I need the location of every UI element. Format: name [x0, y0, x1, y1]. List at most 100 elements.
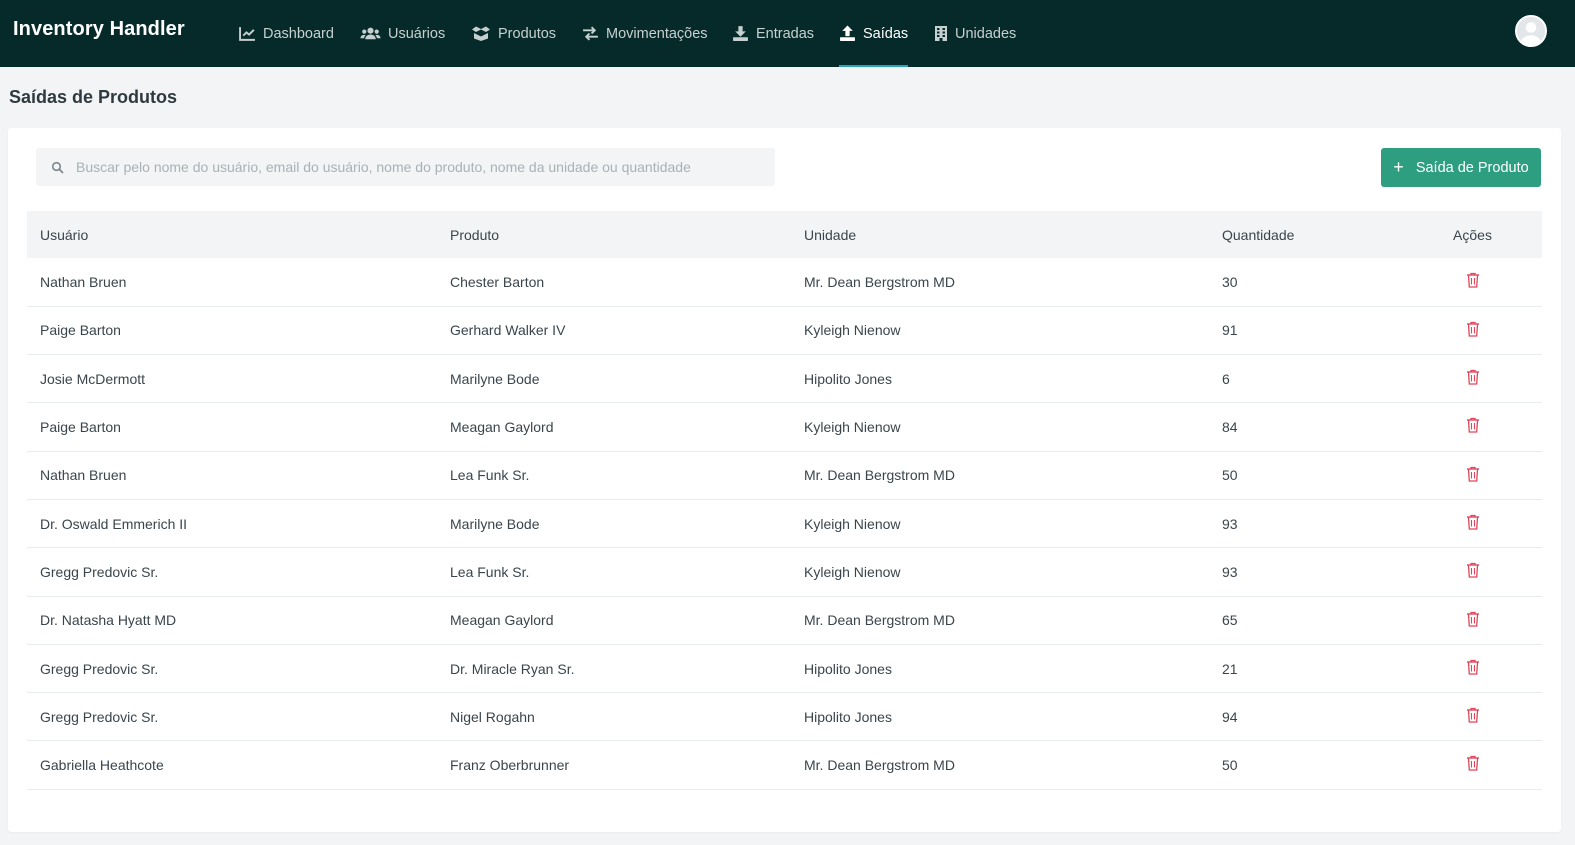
- table-row[interactable]: Dr. Natasha Hyatt MD Meagan Gaylord Mr. De…: [27, 596, 1542, 645]
- nav-unidades[interactable]: Unidades: [934, 0, 1016, 67]
- column-header-usuario: Usuário: [40, 226, 89, 243]
- column-header-acoes: Ações: [1453, 226, 1492, 243]
- table-row[interactable]: Josie McDermott Marilyne Bode Hipolito Jon…: [27, 355, 1542, 403]
- cell-usuario: Paige Barton: [40, 419, 121, 436]
- column-header-unidade: Unidade: [804, 226, 857, 243]
- nav-saidas-label: Saídas: [863, 25, 909, 42]
- cell-quantidade: 94: [1222, 708, 1238, 725]
- table-row[interactable]: Dr. Oswald Emmerich II Marilyne Bode Kylei…: [27, 499, 1542, 548]
- cell-usuario: Gregg Predovic Sr.: [40, 708, 159, 725]
- cell-quantidade: 91: [1222, 322, 1238, 339]
- trash-icon: [1466, 321, 1479, 337]
- delete-button[interactable]: [1466, 707, 1480, 725]
- table-row[interactable]: Paige Barton Gerhard Walker IV Kyleigh Nie…: [27, 306, 1542, 355]
- nav-unidades-label: Unidades: [955, 25, 1017, 42]
- trash-icon: [1466, 707, 1479, 723]
- cell-acoes: [1403, 499, 1542, 547]
- add-output-button[interactable]: + Saída de Produto: [1381, 148, 1541, 187]
- delete-button[interactable]: [1466, 321, 1480, 338]
- cell-unidade: Kyleigh Nienow: [804, 322, 901, 339]
- delete-button[interactable]: [1466, 514, 1480, 532]
- table-row[interactable]: Gregg Predovic Sr. Nigel Rogahn Hipolito J…: [27, 693, 1542, 741]
- cell-acoes: [1403, 355, 1542, 403]
- app-title[interactable]: Inventory Handler: [13, 18, 185, 41]
- delete-button[interactable]: [1466, 659, 1480, 677]
- cell-usuario: Dr. Natasha Hyatt MD: [40, 612, 177, 629]
- cell-unidade: Mr. Dean Bergstrom MD: [804, 273, 955, 290]
- outputs-table: Usuário Produto Unidade Quantidade Ações…: [27, 211, 1542, 790]
- trash-icon: [1466, 369, 1479, 385]
- user-silhouette-icon: [1517, 17, 1545, 45]
- plus-icon: +: [1393, 156, 1404, 177]
- download-icon: [732, 25, 749, 42]
- nav-usuarios-label: Usuários: [388, 25, 446, 42]
- cell-produto: Lea Funk Sr.: [450, 467, 530, 484]
- cell-unidade: Hipolito Jones: [804, 660, 892, 677]
- cell-unidade: Hipolito Jones: [804, 708, 892, 725]
- cell-acoes: [1403, 644, 1542, 692]
- cell-produto: Gerhard Walker IV: [450, 322, 566, 339]
- add-output-button-label: Saída de Produto: [1415, 159, 1529, 176]
- delete-button[interactable]: [1466, 369, 1480, 387]
- trash-icon: [1466, 418, 1479, 433]
- cell-usuario: Nathan Bruen: [40, 467, 127, 484]
- nav-dashboard[interactable]: Dashboard: [239, 0, 334, 67]
- trash-icon: [1466, 466, 1479, 482]
- trash-icon: [1466, 659, 1479, 675]
- cell-quantidade: 30: [1222, 273, 1238, 290]
- delete-button[interactable]: [1466, 563, 1480, 580]
- cell-quantidade: 50: [1222, 467, 1238, 484]
- cell-quantidade: 6: [1222, 370, 1230, 387]
- table-row[interactable]: Gregg Predovic Sr. Dr. Miracle Ryan Sr. Hi…: [27, 644, 1542, 693]
- cell-unidade: Hipolito Jones: [804, 370, 892, 387]
- cell-produto: Lea Funk Sr.: [450, 563, 530, 580]
- upload-icon: [839, 25, 856, 42]
- nav-movimentacoes[interactable]: Movimentações: [582, 0, 708, 67]
- table-row[interactable]: Gabriella Heathcote Franz Oberbrunner Mr. …: [27, 741, 1542, 790]
- delete-button[interactable]: [1466, 418, 1480, 435]
- delete-button[interactable]: [1466, 611, 1480, 628]
- trash-icon: [1466, 273, 1479, 288]
- building-icon: [934, 25, 948, 42]
- delete-button[interactable]: [1466, 466, 1480, 483]
- delete-button[interactable]: [1466, 273, 1480, 290]
- cell-acoes: [1403, 741, 1542, 789]
- search-icon: [51, 161, 64, 174]
- table-row[interactable]: Nathan Bruen Chester Barton Mr. Dean Bergs…: [27, 258, 1542, 307]
- cell-produto: Meagan Gaylord: [450, 419, 554, 436]
- nav-dashboard-label: Dashboard: [263, 25, 334, 42]
- delete-button[interactable]: [1466, 756, 1480, 773]
- cell-acoes: [1403, 403, 1542, 451]
- table-row[interactable]: Nathan Bruen Lea Funk Sr. Mr. Dean Bergstr…: [27, 451, 1542, 500]
- trash-icon: [1466, 611, 1479, 627]
- cell-acoes: [1403, 258, 1542, 306]
- users-icon: [360, 25, 381, 42]
- nav-movimentacoes-label: Movimentações: [606, 25, 708, 42]
- search-input[interactable]: [76, 148, 766, 186]
- cell-produto: Dr. Miracle Ryan Sr.: [450, 660, 575, 677]
- user-avatar[interactable]: [1515, 15, 1547, 47]
- cell-produto: Meagan Gaylord: [450, 612, 554, 629]
- cell-quantidade: 84: [1222, 419, 1238, 436]
- cell-unidade: Mr. Dean Bergstrom MD: [804, 467, 955, 484]
- nav-usuarios[interactable]: Usuários: [360, 0, 445, 67]
- cell-acoes: [1403, 693, 1542, 741]
- cell-produto: Marilyne Bode: [450, 515, 540, 532]
- nav-saidas[interactable]: Saídas: [839, 0, 909, 67]
- table-row[interactable]: Paige Barton Meagan Gaylord Kyleigh Nienow…: [27, 403, 1542, 452]
- table-row[interactable]: Gregg Predovic Sr. Lea Funk Sr. Kyleigh Ni…: [27, 548, 1542, 597]
- page-title: Saídas de Produtos: [9, 87, 178, 107]
- cell-usuario: Dr. Oswald Emmerich II: [40, 515, 188, 532]
- cell-produto: Nigel Rogahn: [450, 708, 535, 725]
- trash-icon: [1466, 756, 1479, 772]
- nav-entradas[interactable]: Entradas: [732, 0, 814, 67]
- boxes-icon: [471, 25, 491, 42]
- cell-quantidade: 50: [1222, 757, 1238, 774]
- cell-produto: Marilyne Bode: [450, 370, 540, 387]
- cell-usuario: Paige Barton: [40, 322, 121, 339]
- chart-line-icon: [239, 25, 256, 42]
- search-box[interactable]: [36, 148, 775, 186]
- cell-unidade: Mr. Dean Bergstrom MD: [804, 612, 955, 629]
- nav-produtos-label: Produtos: [498, 25, 557, 42]
- nav-produtos[interactable]: Produtos: [471, 0, 556, 67]
